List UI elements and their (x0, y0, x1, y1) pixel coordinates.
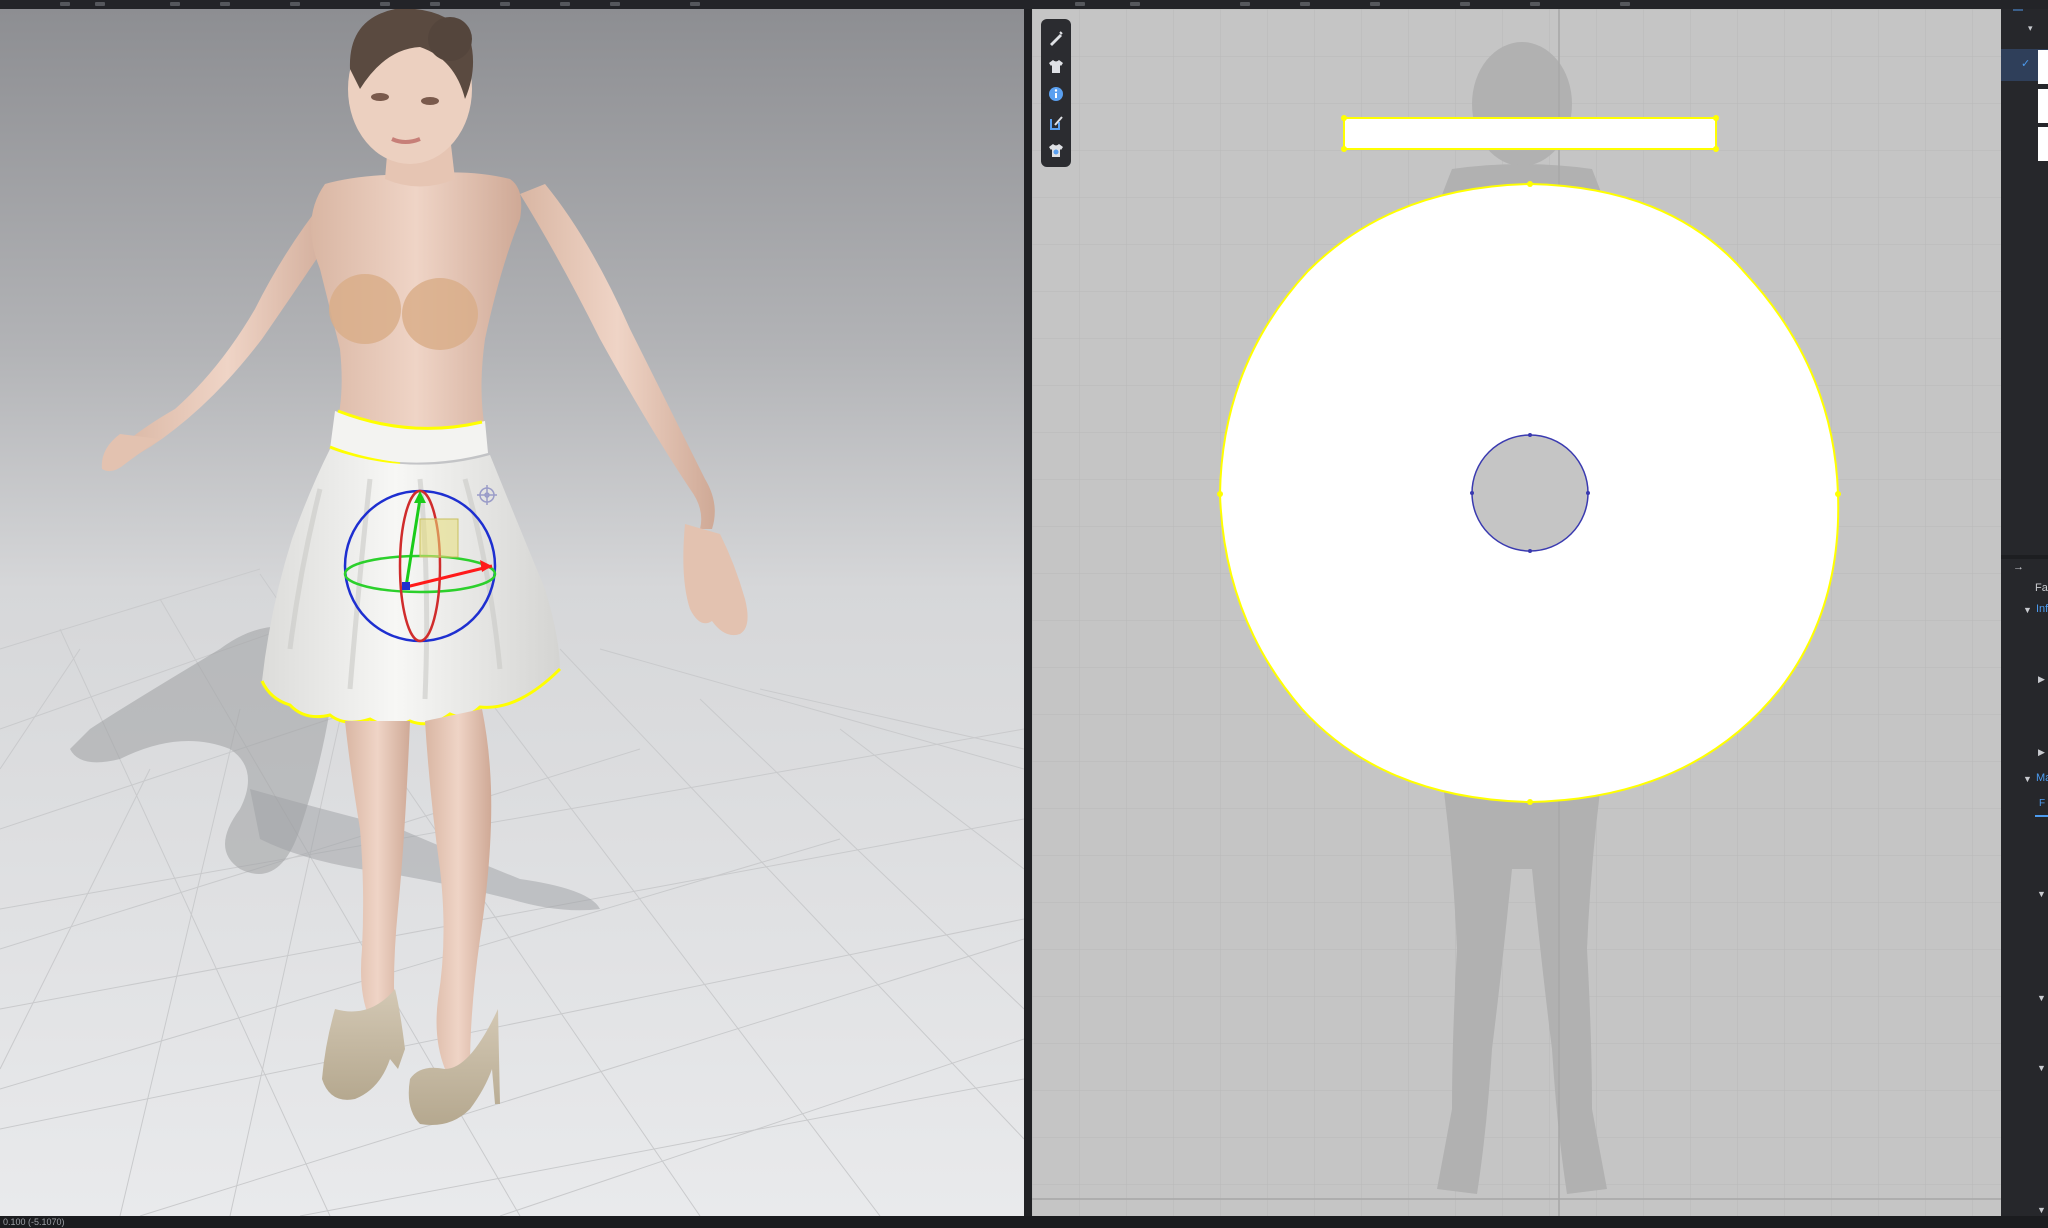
fabric-label: Fal (2035, 582, 2048, 594)
toolbar-icon[interactable] (1370, 2, 1380, 6)
collapse-triangle-icon[interactable]: ▼ (2037, 1063, 2046, 1073)
toolbar-icon[interactable] (1075, 2, 1085, 6)
viewport-splitter[interactable] (1024, 9, 1032, 1216)
toolbar-icon[interactable] (290, 2, 300, 6)
shirt-settings-icon[interactable] (1045, 139, 1067, 161)
expand-triangle-icon[interactable]: ▶ (2038, 674, 2045, 685)
collapse-triangle-icon[interactable]: ▼ (2037, 1205, 2046, 1215)
left-arm (115, 199, 340, 461)
right-leg (425, 709, 492, 1069)
tab-front[interactable]: F (2039, 798, 2045, 809)
collapse-triangle-icon[interactable]: ▼ (2023, 774, 2032, 784)
property-editor-panel: ▾ ✓ → Fal ▼ Info ▶ ▶ ▼ Ma F ▼ ▼ ▼ ▼ (2001, 9, 2048, 1216)
panel-header-icon (2013, 9, 2023, 11)
color-swatch[interactable] (2038, 50, 2048, 84)
2d-pattern-viewport[interactable] (1032, 9, 2001, 1216)
info-section-header[interactable]: Info (2036, 603, 2048, 615)
waistband-pattern-piece (1343, 117, 1717, 150)
info-icon[interactable] (1045, 83, 1067, 105)
toolbar-icon[interactable] (170, 2, 180, 6)
status-bar: 0.100 (-5.1070) (0, 1216, 2048, 1228)
left-leg (345, 721, 410, 1019)
material-section-header[interactable]: Ma (2036, 772, 2048, 784)
toolbar-icon[interactable] (1530, 2, 1540, 6)
waist-hole (1471, 434, 1589, 552)
toolbar-icon[interactable] (1130, 2, 1140, 6)
status-coordinates: 0.100 (-5.1070) (3, 1217, 65, 1227)
top-toolbar (0, 0, 2048, 9)
dropdown-arrow-icon[interactable]: ▾ (2028, 23, 2033, 34)
expand-triangle-icon[interactable]: ▶ (2038, 747, 2045, 758)
3d-viewport[interactable] (0, 9, 1024, 1216)
arrow-icon[interactable]: → (2013, 561, 2024, 573)
shirt-icon[interactable] (1045, 55, 1067, 77)
check-icon: ✓ (2021, 58, 2031, 70)
toolbar-icon[interactable] (380, 2, 390, 6)
toolbar-icon[interactable] (95, 2, 105, 6)
toolbar-icon[interactable] (60, 2, 70, 6)
tab-underline (2035, 815, 2048, 817)
right-arm (520, 184, 715, 529)
tshirt-pen-icon[interactable] (1045, 111, 1067, 133)
collapse-triangle-icon[interactable]: ▼ (2023, 605, 2032, 615)
toolbar-icon[interactable] (220, 2, 230, 6)
toolbar-icon[interactable] (610, 2, 620, 6)
panel-splitter[interactable] (2001, 555, 2048, 559)
3d-scene (0, 9, 1024, 1216)
collapse-triangle-icon[interactable]: ▼ (2037, 993, 2046, 1003)
pen-icon[interactable] (1045, 27, 1067, 49)
left-shoe (322, 989, 405, 1100)
toolbar-icon[interactable] (430, 2, 440, 6)
2d-vertical-toolbar (1041, 19, 1071, 167)
toolbar-icon[interactable] (1300, 2, 1310, 6)
toolbar-icon[interactable] (500, 2, 510, 6)
toolbar-icon[interactable] (560, 2, 570, 6)
color-swatch[interactable] (2038, 89, 2048, 123)
pattern-canvas (1032, 9, 2001, 1216)
toolbar-icon[interactable] (1460, 2, 1470, 6)
toolbar-icon[interactable] (690, 2, 700, 6)
toolbar-icon[interactable] (1240, 2, 1250, 6)
color-swatch[interactable] (2038, 127, 2048, 161)
toolbar-icon[interactable] (1620, 2, 1630, 6)
collapse-triangle-icon[interactable]: ▼ (2037, 889, 2046, 899)
